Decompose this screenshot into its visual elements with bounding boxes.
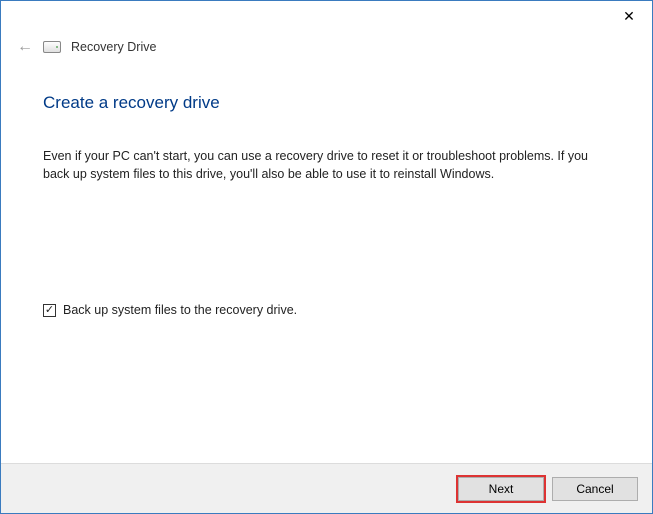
backup-checkbox-label: Back up system files to the recovery dri… — [63, 303, 297, 317]
wizard-header: ← Recovery Drive — [1, 33, 652, 55]
content-area: Create a recovery drive Even if your PC … — [1, 55, 652, 317]
titlebar: ✕ — [1, 1, 652, 33]
page-description: Even if your PC can't start, you can use… — [43, 147, 603, 183]
next-button[interactable]: Next — [458, 477, 544, 501]
footer: Next Cancel — [1, 463, 652, 513]
back-arrow-icon: ← — [17, 39, 33, 55]
close-icon: ✕ — [623, 8, 635, 25]
drive-icon — [43, 41, 61, 53]
cancel-button[interactable]: Cancel — [552, 477, 638, 501]
checkbox-icon: ✓ — [43, 304, 56, 317]
page-heading: Create a recovery drive — [43, 93, 610, 113]
backup-checkbox-row[interactable]: ✓ Back up system files to the recovery d… — [43, 303, 610, 317]
close-button[interactable]: ✕ — [606, 1, 652, 31]
wizard-title: Recovery Drive — [71, 40, 156, 54]
